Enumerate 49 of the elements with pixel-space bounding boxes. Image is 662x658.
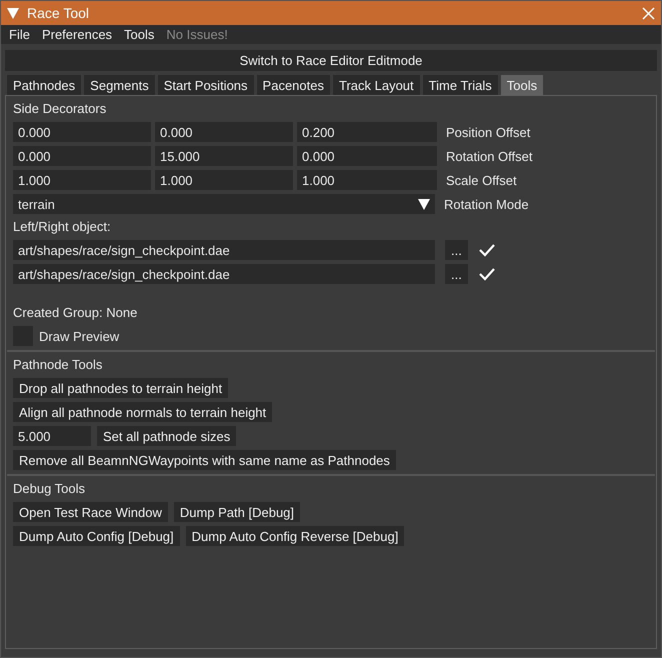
- tab[interactable]: Start Positions: [158, 75, 254, 95]
- number-field[interactable]: 0.000: [13, 122, 151, 142]
- tab[interactable]: Pacenotes: [256, 75, 330, 95]
- size-field[interactable]: 5.000: [13, 426, 91, 446]
- number-field[interactable]: 1.000: [13, 170, 151, 190]
- debug-button[interactable]: Dump Auto Config [Debug]: [13, 526, 180, 546]
- tab[interactable]: Tools: [500, 75, 544, 95]
- drop-button[interactable]: Drop all pathnodes to terrain height: [13, 378, 228, 398]
- menu-item[interactable]: File: [9, 27, 30, 42]
- debug-button[interactable]: Open Test Race Window: [13, 502, 168, 522]
- editmode-button[interactable]: Switch to Race Editor Editmode: [5, 50, 657, 71]
- section-title: Pathnode Tools: [13, 356, 104, 374]
- number-field[interactable]: 1.000: [155, 170, 293, 190]
- number-field[interactable]: 0.000: [13, 146, 151, 166]
- dropdown-arrow-icon: [418, 198, 430, 210]
- debug-button[interactable]: Dump Path [Debug]: [174, 502, 300, 522]
- field-label: Scale Offset: [446, 172, 517, 188]
- menu-item[interactable]: Tools: [124, 27, 154, 42]
- debug-button[interactable]: Dump Auto Config Reverse [Debug]: [186, 526, 404, 546]
- remove-button[interactable]: Remove all BeamnNGWaypoints with same name as Pathnodes: [13, 450, 396, 470]
- path-field[interactable]: art/shapes/race/sign_checkpoint.dae: [13, 240, 435, 260]
- browse-button[interactable]: ...: [445, 264, 468, 284]
- align-button[interactable]: Align all pathnode normals to terrain height: [13, 402, 272, 422]
- field-label: Position Offset: [446, 124, 530, 140]
- tab[interactable]: Track Layout: [332, 75, 420, 95]
- section-title: Side Decorators: [13, 100, 108, 118]
- number-field[interactable]: 0.200: [297, 122, 437, 142]
- close-icon[interactable]: [642, 6, 655, 20]
- field-label: Left/Right object:: [13, 218, 112, 236]
- number-field[interactable]: 15.000: [155, 146, 293, 166]
- collapse-icon[interactable]: [7, 8, 19, 18]
- checkbox-label: Draw Preview: [39, 328, 120, 344]
- section-title: Debug Tools: [13, 480, 86, 498]
- menu-item[interactable]: Preferences: [42, 27, 112, 42]
- created-group-text: Created Group: None: [13, 304, 138, 322]
- browse-button[interactable]: ...: [445, 240, 468, 260]
- rotation-mode-dropdown[interactable]: terrain: [13, 194, 435, 214]
- tab[interactable]: Time Trials: [422, 75, 498, 95]
- number-field[interactable]: 0.000: [297, 146, 437, 166]
- number-field[interactable]: 1.000: [297, 170, 437, 190]
- set-size-button[interactable]: Set all pathnode sizes: [97, 426, 236, 446]
- tab[interactable]: Segments: [84, 75, 155, 95]
- number-field[interactable]: 0.000: [155, 122, 293, 142]
- menu-item: No Issues!: [166, 27, 228, 42]
- path-field[interactable]: art/shapes/race/sign_checkpoint.dae: [13, 264, 435, 284]
- tab[interactable]: Pathnodes: [7, 75, 82, 95]
- field-label: Rotation Mode: [444, 196, 529, 212]
- field-label: Rotation Offset: [446, 148, 532, 164]
- window-title: Race Tool: [27, 5, 90, 21]
